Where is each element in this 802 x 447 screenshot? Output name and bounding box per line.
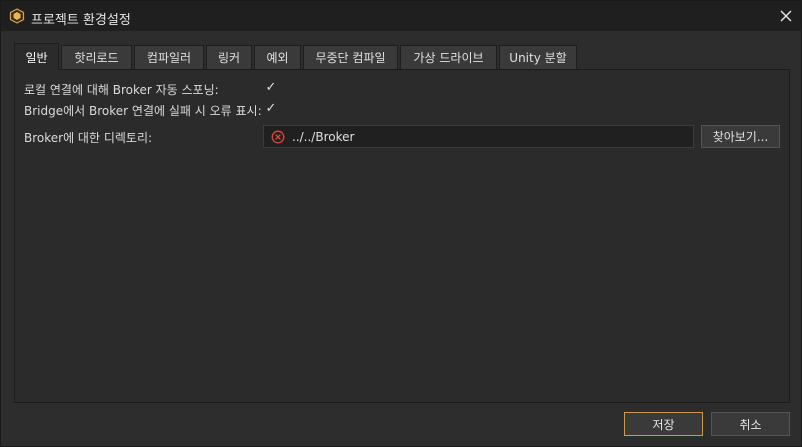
error-icon xyxy=(271,130,285,144)
cancel-button[interactable]: 취소 xyxy=(711,412,790,436)
local-spawn-label: 로컬 연결에 대해 Broker 자동 스포닝: xyxy=(24,83,219,97)
local-spawn-checkbox[interactable]: ✓ xyxy=(264,81,278,95)
tab-unity-split[interactable]: Unity 분할 xyxy=(499,45,577,69)
tab-general[interactable]: 일반 xyxy=(14,43,59,70)
window-title: 프로젝트 환경설정 xyxy=(31,13,131,28)
close-icon[interactable] xyxy=(771,1,801,31)
tab-exceptions[interactable]: 예외 xyxy=(254,45,301,69)
tab-virtual-drive[interactable]: 가상 드라이브 xyxy=(400,45,497,69)
title-bar: 프로젝트 환경설정 xyxy=(1,1,801,31)
broker-dir-field[interactable]: ../../Broker xyxy=(263,125,694,148)
general-settings-panel: 로컬 연결에 대해 Broker 자동 스포닝: ✓ Bridge에서 Brok… xyxy=(14,69,790,403)
show-error-label: Bridge에서 Broker 연결에 실패 시 오류 표시: xyxy=(24,104,262,118)
save-button[interactable]: 저장 xyxy=(624,412,703,436)
tab-linker[interactable]: 링커 xyxy=(206,45,252,69)
app-logo-icon xyxy=(9,8,25,24)
browse-button[interactable]: 찾아보기... xyxy=(701,125,780,148)
show-error-checkbox[interactable]: ✓ xyxy=(264,102,278,116)
tab-live-compile[interactable]: 무중단 컴파일 xyxy=(303,45,398,69)
broker-dir-value: ../../Broker xyxy=(292,130,355,144)
tab-compiler[interactable]: 컴파일러 xyxy=(134,45,204,69)
broker-dir-label: Broker에 대한 디렉토리: xyxy=(24,131,153,145)
tab-hot-reload[interactable]: 핫리로드 xyxy=(61,45,132,69)
preferences-window: 프로젝트 환경설정 일반 핫리로드 컴파일러 링커 예외 무중단 컴파일 가상 … xyxy=(0,0,802,447)
